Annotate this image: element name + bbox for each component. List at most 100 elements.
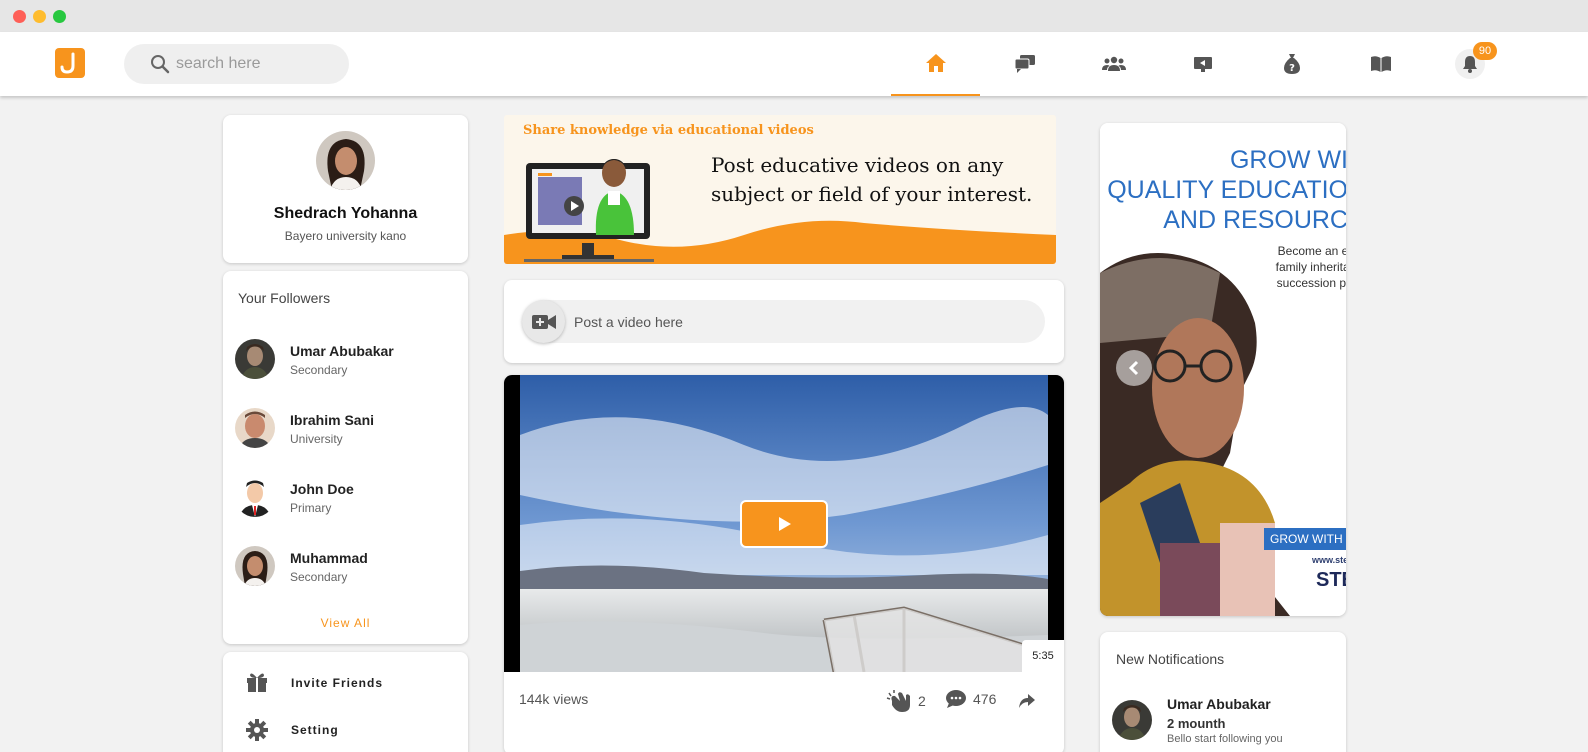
video-duration: 5:35 [1022,640,1064,672]
nav-notifications[interactable] [1425,32,1514,96]
share-icon [1019,694,1035,708]
question-bag-icon: ? [1283,54,1300,74]
notification-avatar [1112,700,1152,740]
follower-avatar [235,339,275,379]
logo-j-icon [60,52,75,74]
setting-label: Setting [291,723,339,737]
video-views: 144k views [519,691,589,707]
window-titlebar [0,0,1588,32]
nav-presentation[interactable] [1158,32,1247,96]
profile-avatar[interactable] [316,131,375,190]
ad-subtext: Become an ex family inheritan succession… [1256,243,1346,291]
follower-name: Muhammad [290,550,368,566]
invite-friends-label: Invite Friends [291,676,384,690]
video-camera-button[interactable] [522,300,565,343]
comment-count: 476 [973,691,997,707]
follower-level: University [290,432,343,446]
post-video-input[interactable] [574,300,1024,343]
follower-item[interactable]: Umar Abubakar Secondary [235,339,455,379]
follower-item[interactable]: Muhammad Secondary [235,546,455,586]
profile-photo [316,131,375,190]
notification-name: Umar Abubakar [1167,696,1271,712]
notification-item[interactable]: Umar Abubakar 2 mounth Bello start follo… [1100,632,1346,752]
ad-carousel[interactable]: GROW WI QUALITY EDUCATIO AND RESOURC Bec… [1100,123,1346,616]
banner-text: Post educative videos on any subject or … [711,153,1033,206]
nav-library[interactable] [1336,32,1425,96]
search-input[interactable] [176,44,336,84]
post-video-box[interactable] [522,300,1045,343]
side-menu-card: Invite Friends Setting [223,652,468,752]
notification-time: 2 mounth [1167,716,1226,731]
profile-card: Shedrach Yohanna Bayero university kano [223,115,468,263]
ad-cta-bar[interactable]: GROW WITH [1264,528,1346,550]
search-box[interactable] [124,44,349,84]
ad-subtext-line-2: family inheritan [1275,260,1346,274]
follower-avatar [235,408,275,448]
nav-home[interactable] [891,32,980,96]
maximize-window-button[interactable] [53,10,66,23]
banner-title: Share knowledge via educational videos [523,123,814,138]
chevron-left-icon [1128,360,1139,376]
profile-name[interactable]: Shedrach Yohanna [223,205,468,223]
close-window-button[interactable] [13,10,26,23]
view-all-followers-link[interactable]: View All [223,616,468,630]
follower-name: John Doe [290,481,354,497]
promo-banner[interactable]: Share knowledge via educational videos P… [504,115,1056,264]
follower-avatar [235,477,275,517]
svg-text:?: ? [1289,63,1295,74]
play-button[interactable] [740,500,828,548]
invite-friends-item[interactable]: Invite Friends [245,671,445,697]
followers-title: Your Followers [238,290,331,306]
clap-count: 2 [918,693,926,709]
chat-icon [1014,55,1035,73]
video-player[interactable]: 5:35 [504,375,1064,672]
follower-name: Umar Abubakar [290,343,394,359]
follower-level: Secondary [290,570,348,584]
minimize-window-button[interactable] [33,10,46,23]
search-icon [151,55,170,74]
top-navigation: ? 90 [0,32,1588,96]
book-icon [1370,56,1391,72]
nav-chat[interactable] [980,32,1069,96]
home-icon [925,54,946,72]
comment-icon [946,690,966,708]
followers-card: Your Followers Umar Abubakar Secondary I… [223,271,468,644]
play-icon [779,517,791,531]
follower-level: Secondary [290,363,348,377]
ad-subtext-line-3: succession pla [1276,276,1346,290]
presentation-icon [1193,57,1212,72]
video-post-card: 5:35 144k views 2 476 [504,375,1064,752]
follower-avatar [235,546,275,586]
clap-icon [886,690,910,712]
gear-icon [246,719,268,741]
follower-name: Ibrahim Sani [290,412,375,428]
ad-headline-line-1: GROW WI [1229,146,1346,174]
comment-button[interactable]: 476 [945,689,996,709]
follower-level: Primary [290,501,332,515]
share-button[interactable] [1018,693,1036,709]
notification-message: Bello start following you [1167,733,1283,745]
ad-headline: GROW WI QUALITY EDUCATIO AND RESOURC [1100,145,1346,235]
chevron-right-icon [1307,360,1318,376]
notification-count-badge: 90 [1473,42,1497,60]
ad-next-button[interactable] [1294,350,1330,386]
post-composer [504,280,1064,363]
follower-item[interactable]: John Doe Primary [235,477,455,517]
gift-icon [247,673,267,692]
groups-icon [1101,56,1126,71]
ad-prev-button[interactable] [1116,350,1152,386]
setting-item[interactable]: Setting [245,718,445,744]
video-camera-icon [531,314,556,329]
notifications-card: New Notifications Umar Abubakar 2 mounth… [1100,632,1346,752]
clap-button[interactable]: 2 [886,689,926,713]
follower-item[interactable]: Ibrahim Sani University [235,408,455,448]
ad-subtext-line-1: Become an ex [1277,244,1346,258]
ad-headline-line-2: QUALITY EDUCATIO [1107,176,1346,204]
profile-school: Bayero university kano [284,229,407,243]
ad-headline-line-3: AND RESOURC [1163,206,1346,234]
ad-url: www.step [1312,555,1346,565]
app-logo[interactable] [55,48,85,78]
ad-brand-logo: STE [1316,569,1346,591]
nav-groups[interactable] [1069,32,1158,96]
nav-questions[interactable]: ? [1247,32,1336,96]
